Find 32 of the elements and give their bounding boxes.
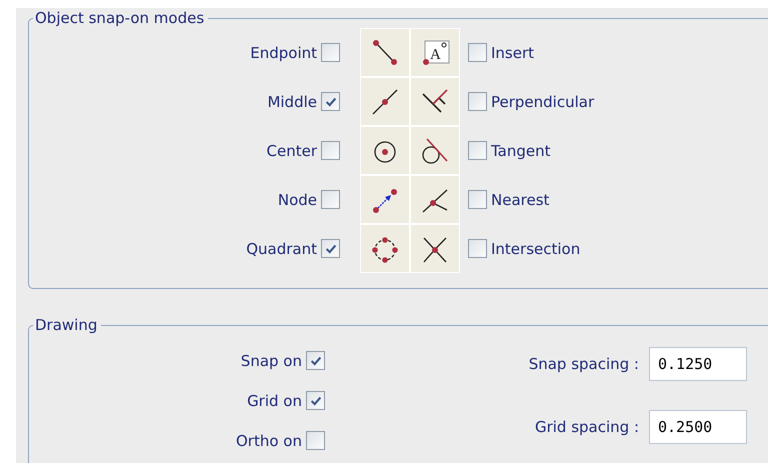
field-label: Grid spacing :	[534, 418, 639, 436]
group-title: Object snap-on modes	[34, 9, 206, 27]
mode-label: Tangent	[490, 142, 552, 160]
mode-label: Intersection	[490, 240, 582, 258]
checkbox[interactable]	[306, 351, 325, 370]
checkbox[interactable]	[321, 141, 340, 160]
checkbox[interactable]	[468, 141, 487, 160]
mode-label: Node	[276, 190, 318, 208]
group-title: Drawing	[34, 316, 98, 334]
input-field[interactable]: 0.1250	[649, 347, 747, 381]
mode-label: Middle	[266, 92, 318, 110]
mode-label: Insert	[490, 44, 536, 62]
mode-label: Nearest	[490, 190, 550, 208]
checkbox[interactable]	[321, 43, 340, 62]
checkbox[interactable]	[468, 43, 487, 62]
mode-label: Endpoint	[249, 44, 318, 62]
field-label: Snap spacing :	[528, 355, 639, 373]
checkbox[interactable]	[468, 239, 487, 258]
mode-label: Quadrant	[245, 240, 318, 258]
mode-label: Perpendicular	[490, 92, 596, 110]
input-field[interactable]: 0.2500	[649, 410, 747, 444]
option-label: Snap on	[240, 352, 302, 370]
checkbox[interactable]	[321, 239, 340, 258]
checkbox[interactable]	[321, 190, 340, 209]
mode-label: Center	[266, 142, 318, 160]
checkbox[interactable]	[306, 431, 325, 450]
checkbox[interactable]	[468, 92, 487, 111]
checkbox[interactable]	[321, 92, 340, 111]
checkbox[interactable]	[306, 391, 325, 410]
option-label: Ortho on	[236, 432, 302, 450]
option-label: Grid on	[247, 392, 302, 410]
checkbox[interactable]	[468, 190, 487, 209]
